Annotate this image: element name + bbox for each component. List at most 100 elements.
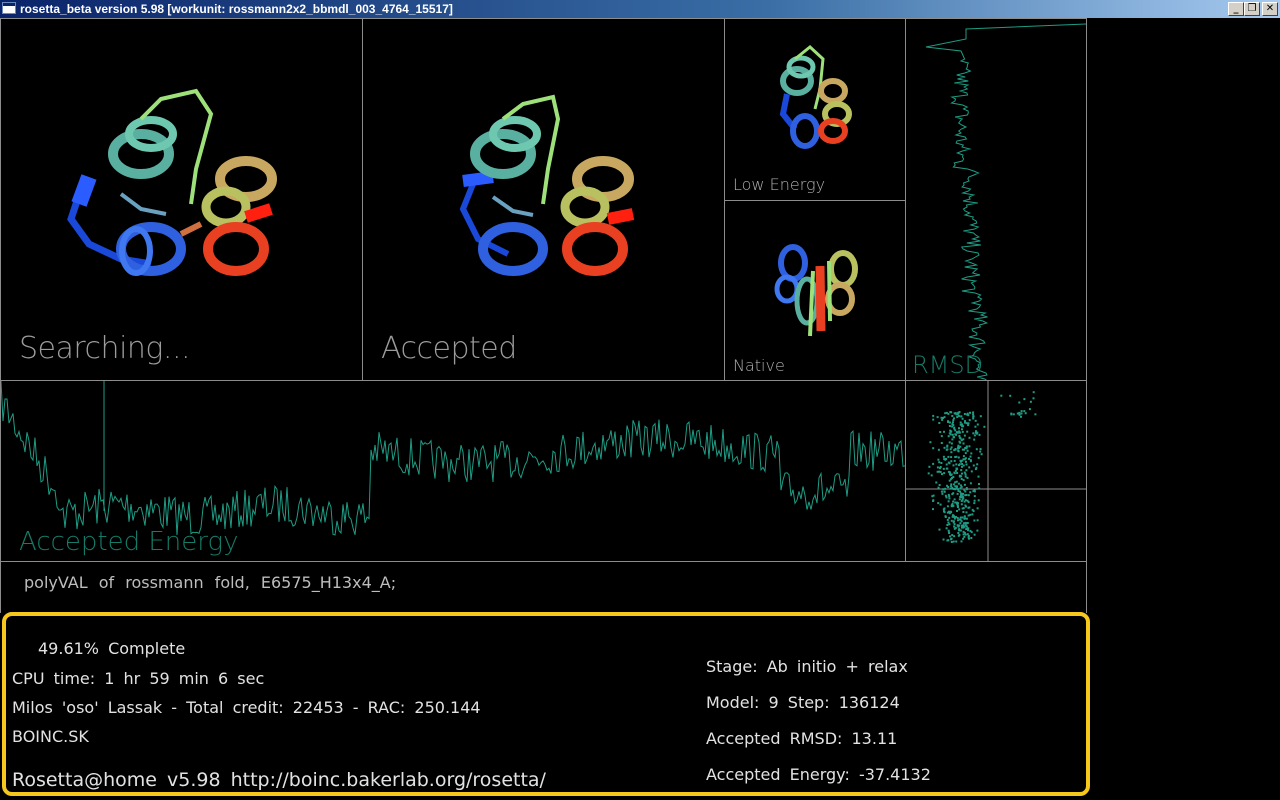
scatter-point: [932, 418, 935, 421]
scatter-point: [973, 499, 976, 502]
scatter-point: [959, 518, 962, 521]
scatter-point: [950, 442, 953, 445]
restore-button[interactable]: ❐: [1244, 2, 1260, 16]
scatter-point: [947, 521, 950, 524]
scatter-point: [953, 515, 955, 518]
scatter-point: [964, 452, 967, 455]
scatter-point: [949, 448, 952, 451]
scatter-point: [957, 449, 960, 452]
scatter-point: [950, 541, 953, 543]
scatter-point: [947, 470, 950, 473]
scatter-point: [941, 473, 943, 476]
scatter-point: [1018, 413, 1021, 416]
scatter-point: [957, 446, 960, 449]
scatter-point: [963, 458, 966, 461]
scatter-point: [975, 466, 978, 469]
scatter-point: [978, 433, 981, 436]
scatter-point: [959, 437, 962, 440]
scatter-point: [952, 540, 955, 543]
scatter-point: [968, 506, 971, 509]
scatter-point: [966, 430, 969, 433]
scatter-point: [961, 417, 964, 420]
scatter-point: [953, 523, 956, 526]
scatter-point: [959, 522, 962, 525]
scatter-point: [951, 433, 954, 436]
scatter-point: [969, 460, 972, 463]
scatter-point: [958, 528, 961, 531]
scatter-point: [965, 422, 968, 425]
scatter-point: [947, 500, 950, 503]
scatter-point: [947, 529, 950, 532]
scatter-point: [954, 488, 957, 491]
accepted-energy-panel: Accepted Energy: [0, 380, 906, 562]
scatter-point: [944, 458, 947, 461]
scatter-point: [969, 530, 972, 532]
scatter-point: [948, 421, 951, 424]
scatter-point: [953, 525, 956, 528]
scatter-point: [951, 438, 954, 441]
scatter-point: [958, 533, 961, 536]
scatter-point: [968, 419, 971, 422]
scatter-point: [958, 508, 961, 511]
scatter-point: [972, 464, 975, 467]
scatter-point: [964, 475, 967, 478]
scatter-point: [942, 455, 945, 458]
rmsd-panel: RMSD: [905, 18, 1087, 381]
user-credit: Milos 'oso' Lassak - Total credit: 22453…: [12, 698, 481, 717]
scatter-point: [965, 445, 968, 448]
scatter-point: [950, 538, 952, 541]
scatter-point: [938, 528, 941, 531]
scatter-point: [957, 506, 959, 508]
title-bar: rosetta_beta version 5.98 [workunit: ros…: [0, 0, 1280, 18]
scatter-point: [973, 502, 976, 505]
scatter-point: [950, 485, 953, 488]
scatter-point: [976, 423, 979, 426]
scatter-point: [938, 461, 941, 464]
scatter-point: [963, 413, 966, 415]
low-energy-label: Low Energy: [733, 175, 826, 194]
scatter-point: [937, 502, 940, 505]
scatter-point: [949, 478, 952, 481]
scatter-point: [1029, 400, 1032, 403]
scatter-point: [944, 412, 947, 415]
scatter-point: [961, 472, 963, 475]
scatter-point: [952, 464, 955, 467]
scatter-point: [957, 490, 960, 492]
scatter-point: [953, 535, 956, 538]
scatter-point: [975, 432, 978, 435]
scatter-point: [975, 430, 977, 433]
scatter-point: [960, 503, 963, 506]
rmsd-trace: [925, 23, 1086, 380]
scatter-point: [963, 522, 966, 525]
scatter-point: [949, 411, 952, 413]
scatter-point: [968, 445, 971, 448]
scatter-point: [973, 434, 976, 437]
scatter-point: [948, 531, 950, 534]
scatter-point: [1020, 412, 1023, 415]
scatter-point: [971, 513, 974, 516]
scatter-point: [942, 417, 945, 419]
scatter-point: [946, 505, 949, 508]
scatter-point: [944, 516, 947, 518]
scatter-point: [946, 445, 949, 448]
scatter-point: [942, 538, 945, 541]
scatter-point: [977, 499, 980, 502]
scatter-point: [963, 535, 966, 538]
scatter-point: [963, 515, 966, 518]
scatter-point: [958, 498, 961, 501]
scatter-point: [950, 460, 953, 463]
scatter-point: [951, 423, 954, 426]
energy-rmsd-scatter-panel: [905, 380, 1087, 562]
scatter-point: [945, 463, 948, 466]
minimize-button[interactable]: _: [1228, 2, 1244, 16]
scatter-point: [932, 414, 935, 417]
scatter-point: [956, 472, 959, 474]
scatter-point: [932, 447, 935, 450]
scatter-point: [962, 442, 965, 445]
scatter-point: [939, 466, 942, 468]
close-button[interactable]: ✕: [1262, 2, 1278, 16]
scatter-point: [948, 441, 951, 444]
scatter-point: [955, 463, 958, 466]
scatter-point: [951, 493, 954, 496]
scatter-point: [969, 455, 972, 458]
